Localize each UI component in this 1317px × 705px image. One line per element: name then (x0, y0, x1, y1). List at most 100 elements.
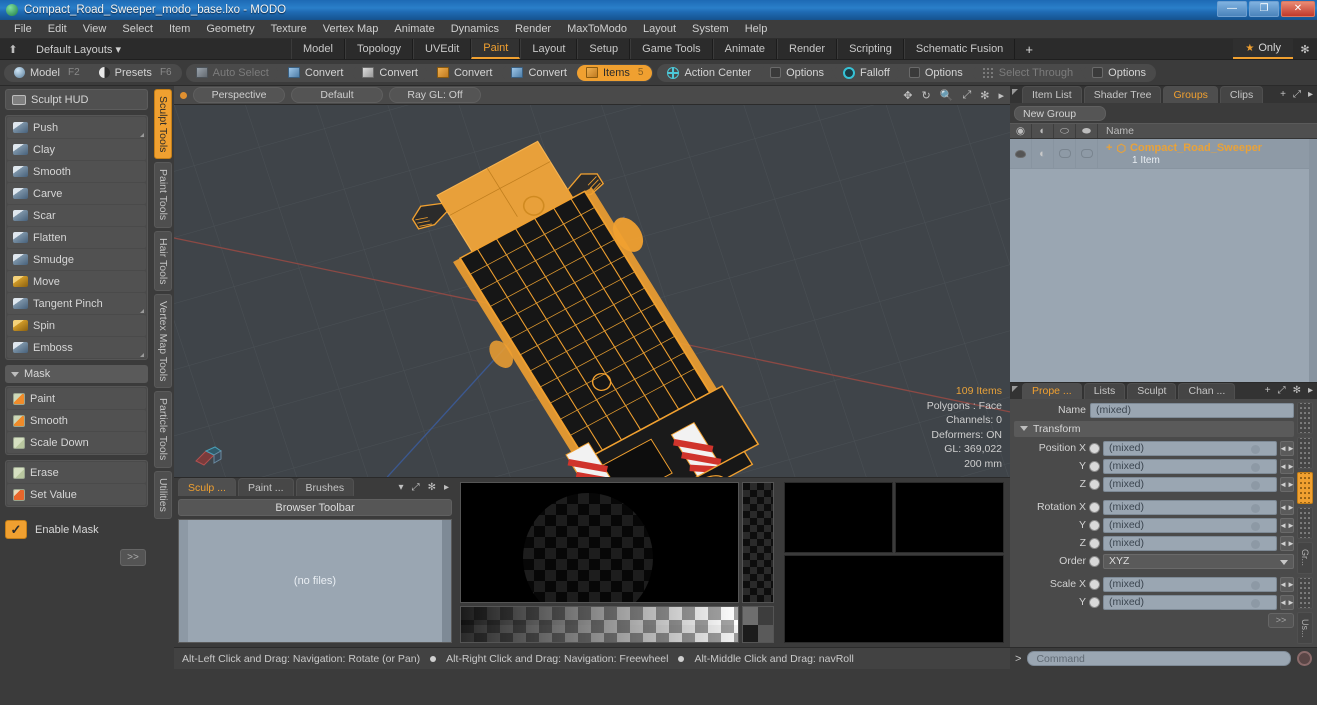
right-tab-shader-tree[interactable]: Shader Tree (1083, 86, 1162, 103)
property-stepper[interactable]: ◄► (1279, 458, 1295, 474)
layout-tab-schematic-fusion[interactable]: Schematic Fusion (903, 39, 1016, 59)
row-lock-toggle[interactable] (1054, 139, 1076, 168)
toolbar-chip-auto-select[interactable]: Auto Select (186, 64, 278, 81)
property-channel-icon[interactable] (1089, 442, 1100, 454)
toolbar-chip-convert[interactable]: Convert (502, 64, 576, 81)
row-render-toggle[interactable]: ◐ (1032, 139, 1054, 168)
view-mode-dropdown[interactable]: Perspective (193, 87, 285, 103)
property-channel-icon[interactable] (1089, 537, 1100, 549)
groups-scrollbar[interactable] (1309, 139, 1317, 382)
layout-tab-layout[interactable]: Layout (520, 39, 578, 59)
property-knob-icon[interactable] (1251, 598, 1260, 608)
browser-tab-0[interactable]: Sculp ... (178, 478, 236, 496)
layout-tab-setup[interactable]: Setup (577, 39, 631, 59)
menu-item-edit[interactable]: Edit (40, 20, 75, 39)
table-row[interactable]: ◐ + ⬡ Compact_Road_Sweeper 1 Item (1010, 139, 1317, 169)
layout-tab-animate[interactable]: Animate (712, 39, 777, 59)
sculpt-tool-scar[interactable]: Scar (7, 205, 146, 226)
toolbar-chip-options[interactable]: Options (761, 64, 834, 81)
layout-tab-game-tools[interactable]: Game Tools (630, 39, 713, 59)
property-channel-icon[interactable] (1089, 555, 1100, 567)
rotate-icon[interactable]: ↻ (922, 89, 931, 102)
sculpt-tool-smooth[interactable]: Smooth (7, 161, 146, 182)
enable-mask-checkbox[interactable]: ✓ (5, 520, 27, 539)
property-stepper[interactable]: ◄► (1279, 517, 1295, 533)
sculpt-tool-tangent-pinch[interactable]: Tangent Pinch (7, 293, 146, 314)
group-title[interactable]: + ⬡ Compact_Road_Sweeper (1106, 142, 1317, 155)
home-icon[interactable]: ⬆ (0, 39, 26, 59)
property-channel-icon[interactable] (1089, 501, 1100, 513)
browser-scrollbar[interactable] (442, 520, 451, 642)
record-icon[interactable] (1297, 651, 1312, 666)
property-knob-icon[interactable] (1251, 539, 1260, 549)
toolbar-chip-options[interactable]: Options (1083, 64, 1156, 81)
mask-tool-scale-down[interactable]: Scale Down (7, 432, 146, 453)
mask-section-header[interactable]: Mask (5, 365, 148, 383)
menu-item-item[interactable]: Item (161, 20, 198, 39)
maximize-button[interactable]: ❐ (1249, 1, 1279, 17)
zoom-icon[interactable]: 🔍 (940, 89, 954, 102)
sculpt-tool-push[interactable]: Push (7, 117, 146, 138)
enable-mask-row[interactable]: ✓ Enable Mask (5, 520, 148, 539)
command-input[interactable]: Command (1027, 651, 1291, 666)
toolbar-chip-convert[interactable]: Convert (353, 64, 427, 81)
property-input[interactable]: (mixed) (1103, 594, 1277, 610)
brush-preview[interactable] (460, 482, 739, 603)
properties-expand-button[interactable]: >> (1268, 612, 1294, 628)
right-tab-groups[interactable]: Groups (1163, 86, 1218, 103)
menu-item-maxtomodo[interactable]: MaxToModo (559, 20, 635, 39)
prop-vtab-user[interactable]: Us... (1297, 611, 1313, 645)
add-layout-button[interactable]: + (1015, 39, 1043, 59)
properties-tab-1[interactable]: Lists (1083, 382, 1126, 399)
toolbar-chip-options[interactable]: Options (899, 64, 972, 81)
properties-tab-0[interactable]: Prope ... (1022, 382, 1082, 399)
chevron-right-icon[interactable]: ▸ (444, 482, 449, 493)
3d-viewport[interactable]: 109 Items Polygons : Face Channels: 0 De… (174, 105, 1010, 477)
menu-item-vertex-map[interactable]: Vertex Map (315, 20, 387, 39)
toolbar-chip-action-center[interactable]: Action Center (658, 64, 761, 81)
expand-tools-button[interactable]: >> (120, 549, 146, 566)
vtab-sculpt-tools[interactable]: Sculpt Tools (154, 89, 172, 160)
property-stepper[interactable]: ◄► (1279, 594, 1295, 610)
sculpt-tool-emboss[interactable]: Emboss (7, 337, 146, 358)
toolbar-chip-falloff[interactable]: Falloff (834, 64, 899, 81)
panel-corner-icon[interactable] (1012, 385, 1018, 392)
layout-tab-topology[interactable]: Topology (344, 39, 414, 59)
pan-icon[interactable]: ✥ (903, 89, 912, 102)
gradient-ramp[interactable] (460, 606, 739, 643)
layout-tab-uvedit[interactable]: UVEdit (413, 39, 472, 59)
property-knob-icon[interactable] (1251, 462, 1260, 472)
sculpt-tool-spin[interactable]: Spin (7, 315, 146, 336)
menu-item-geometry[interactable]: Geometry (198, 20, 262, 39)
sculpt-tool-move[interactable]: Move (7, 271, 146, 292)
property-input[interactable]: (mixed) (1103, 499, 1277, 515)
expand-icon[interactable]: ⤢ (1278, 385, 1286, 396)
ray-gl-toggle[interactable]: Ray GL: Off (389, 87, 481, 103)
properties-tab-2[interactable]: Sculpt (1127, 382, 1177, 399)
transform-section-header[interactable]: Transform (1014, 420, 1294, 437)
property-knob-icon[interactable] (1251, 503, 1260, 513)
layout-tab-scripting[interactable]: Scripting (837, 39, 904, 59)
property-knob-icon[interactable] (1251, 521, 1260, 531)
color-swatches[interactable] (742, 606, 774, 643)
gear-icon[interactable]: ✻ (1293, 385, 1301, 396)
property-knob-icon[interactable] (1251, 580, 1260, 590)
preview-cell-1[interactable] (784, 482, 893, 554)
property-channel-icon[interactable] (1089, 478, 1100, 490)
mask-tool-erase[interactable]: Erase (7, 462, 146, 483)
vtab-utilities[interactable]: Utilities (154, 470, 172, 519)
fullscreen-icon[interactable]: ⤢ (962, 89, 971, 102)
property-stepper[interactable]: ◄► (1279, 535, 1295, 551)
toolbar-chip-items[interactable]: Items 5 (577, 64, 653, 81)
prop-vtab-groups[interactable]: Gr... (1297, 541, 1313, 574)
property-input[interactable]: (mixed) (1103, 476, 1277, 492)
groups-grid[interactable]: ◐ + ⬡ Compact_Road_Sweeper 1 Item (1010, 139, 1317, 382)
new-group-button[interactable]: New Group (1014, 106, 1106, 121)
vtab-paint-tools[interactable]: Paint Tools (154, 162, 172, 228)
menu-item-select[interactable]: Select (114, 20, 161, 39)
property-stepper[interactable]: ◄► (1279, 476, 1295, 492)
only-toggle[interactable]: ★ Only (1233, 39, 1293, 59)
add-tab-button[interactable]: + (1280, 89, 1286, 100)
browser-tab-2[interactable]: Brushes (295, 478, 355, 496)
expand-icon[interactable]: ⤢ (412, 482, 420, 493)
